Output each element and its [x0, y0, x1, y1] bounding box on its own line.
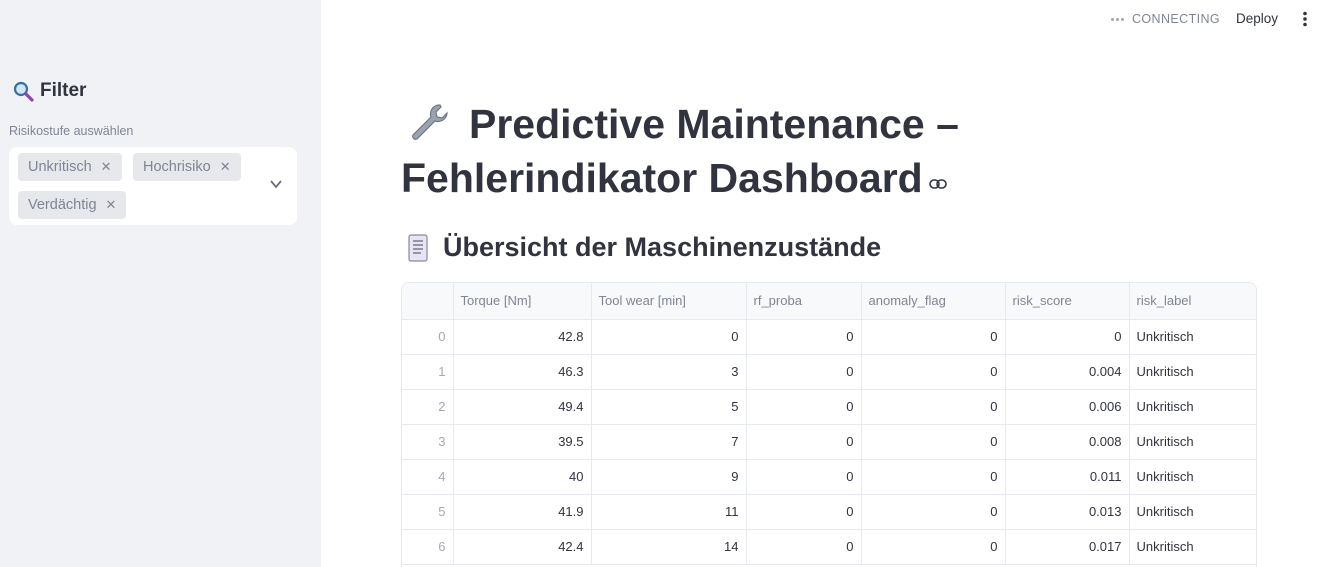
- chip-label: Unkritisch: [28, 159, 92, 175]
- table-row[interactable]: 1 46.3 3 0 0 0.004 Unkritisch: [402, 354, 1256, 390]
- table-cell[interactable]: 42.8: [453, 319, 592, 355]
- table-cell[interactable]: 49.4: [453, 389, 592, 425]
- table-cell[interactable]: 0: [591, 319, 747, 355]
- risk-multiselect[interactable]: Unkritisch ✕ Hochrisiko ✕ Verdächtig ✕: [9, 147, 297, 225]
- data-table[interactable]: Torque [Nm] Tool wear [min] rf_proba ano…: [401, 282, 1257, 567]
- loading-dots-icon: [1111, 17, 1124, 21]
- row-index: 5: [402, 494, 454, 530]
- page-title-text: Predictive Maintenance – Fehlerindikator…: [401, 101, 959, 201]
- table-cell[interactable]: 0: [861, 529, 1006, 565]
- table-row[interactable]: 0 42.8 0 0 0 0 Unkritisch: [402, 319, 1256, 355]
- table-cell[interactable]: 39.5: [453, 424, 592, 460]
- connection-status-label: CONNECTING: [1132, 12, 1221, 26]
- table-cell[interactable]: 7: [591, 424, 747, 460]
- table-cell[interactable]: 0.004: [1005, 354, 1130, 390]
- table-cell[interactable]: 0: [861, 424, 1006, 460]
- table-cell[interactable]: 11: [591, 494, 747, 530]
- table-cell[interactable]: 0: [861, 459, 1006, 495]
- table-cell[interactable]: 0.013: [1005, 494, 1130, 530]
- table-row[interactable]: 3 39.5 7 0 0 0.008 Unkritisch: [402, 424, 1256, 460]
- table-row[interactable]: 2 49.4 5 0 0 0.006 Unkritisch: [402, 389, 1256, 425]
- table-row[interactable]: 6 42.4 14 0 0 0.017 Unkritisch: [402, 529, 1256, 565]
- kebab-menu-icon[interactable]: [1301, 11, 1309, 27]
- sidebar-header: Filter: [12, 80, 86, 102]
- column-header[interactable]: Tool wear [min]: [591, 283, 747, 320]
- chip-hochrisiko: Hochrisiko ✕: [133, 153, 241, 181]
- table-cell[interactable]: 0: [1005, 319, 1130, 355]
- table-cell[interactable]: 41.9: [453, 494, 592, 530]
- column-header[interactable]: risk_score: [1005, 283, 1130, 320]
- table-cell[interactable]: 5: [591, 389, 747, 425]
- column-header[interactable]: rf_proba: [746, 283, 862, 320]
- column-header[interactable]: anomaly_flag: [861, 283, 1006, 320]
- row-index: 3: [402, 424, 454, 460]
- table-cell[interactable]: 0: [861, 354, 1006, 390]
- chip-unkritisch: Unkritisch ✕: [18, 153, 122, 181]
- table-cell[interactable]: 0: [746, 319, 862, 355]
- app: Filter Risikostufe auswählen Unkritisch …: [0, 0, 1322, 567]
- table-cell[interactable]: 46.3: [453, 354, 592, 390]
- section-title-text: Übersicht der Maschinenzustände: [443, 232, 882, 262]
- chip-label: Verdächtig: [28, 197, 97, 213]
- table-cell[interactable]: 0.006: [1005, 389, 1130, 425]
- table-cell[interactable]: 0: [746, 424, 862, 460]
- link-icon[interactable]: [928, 178, 947, 190]
- table-cell[interactable]: 14: [591, 529, 747, 565]
- column-header[interactable]: risk_label: [1129, 283, 1256, 320]
- table-cell[interactable]: 0: [861, 319, 1006, 355]
- magnifier-icon: [13, 81, 34, 102]
- table-cell[interactable]: 0.011: [1005, 459, 1130, 495]
- page-title: Predictive Maintenance – Fehlerindikator…: [401, 97, 1021, 205]
- risk-select-label: Risikostufe auswählen: [9, 124, 134, 138]
- chip-verdaechtig: Verdächtig ✕: [18, 191, 127, 219]
- table-cell[interactable]: 0: [746, 459, 862, 495]
- table-cell[interactable]: 0: [746, 354, 862, 390]
- row-index: 2: [402, 389, 454, 425]
- table-cell[interactable]: Unkritisch: [1129, 354, 1256, 390]
- table-cell[interactable]: 0: [746, 389, 862, 425]
- table-cell[interactable]: Unkritisch: [1129, 459, 1256, 495]
- table-row[interactable]: 5 41.9 11 0 0 0.013 Unkritisch: [402, 494, 1256, 530]
- table-cell[interactable]: 0.017: [1005, 529, 1130, 565]
- table-cell[interactable]: 0: [861, 494, 1006, 530]
- table-cell[interactable]: Unkritisch: [1129, 494, 1256, 530]
- wrench-icon: [412, 104, 448, 140]
- connection-status: CONNECTING: [1111, 12, 1220, 26]
- chip-label: Hochrisiko: [143, 159, 211, 175]
- close-icon[interactable]: ✕: [106, 197, 117, 213]
- sidebar: Filter Risikostufe auswählen Unkritisch …: [0, 0, 321, 567]
- chevron-down-icon[interactable]: [269, 177, 283, 191]
- sidebar-header-label: Filter: [40, 80, 87, 101]
- column-header[interactable]: [402, 283, 454, 320]
- table-cell[interactable]: 9: [591, 459, 747, 495]
- column-header[interactable]: Torque [Nm]: [453, 283, 592, 320]
- table-row[interactable]: 4 40 9 0 0 0.011 Unkritisch: [402, 459, 1256, 495]
- section-title: Übersicht der Maschinenzustände: [405, 232, 881, 263]
- row-index: 1: [402, 354, 454, 390]
- close-icon[interactable]: ✕: [101, 159, 112, 175]
- scroll-icon: [408, 233, 428, 262]
- table-cell[interactable]: 0: [861, 389, 1006, 425]
- table-cell[interactable]: Unkritisch: [1129, 424, 1256, 460]
- row-index: 0: [402, 319, 454, 355]
- row-index: 4: [402, 459, 454, 495]
- table-cell[interactable]: 40: [453, 459, 592, 495]
- table-header-row: Torque [Nm] Tool wear [min] rf_proba ano…: [402, 283, 1256, 320]
- table-cell[interactable]: 3: [591, 354, 747, 390]
- close-icon[interactable]: ✕: [220, 159, 231, 175]
- deploy-button[interactable]: Deploy: [1236, 11, 1278, 26]
- table-cell[interactable]: Unkritisch: [1129, 529, 1256, 565]
- table-cell[interactable]: Unkritisch: [1129, 319, 1256, 355]
- table-cell[interactable]: 42.4: [453, 529, 592, 565]
- table-cell[interactable]: 0: [746, 529, 862, 565]
- table-cell[interactable]: Unkritisch: [1129, 389, 1256, 425]
- row-index: 6: [402, 529, 454, 565]
- table-cell[interactable]: 0: [746, 494, 862, 530]
- table-cell[interactable]: 0.008: [1005, 424, 1130, 460]
